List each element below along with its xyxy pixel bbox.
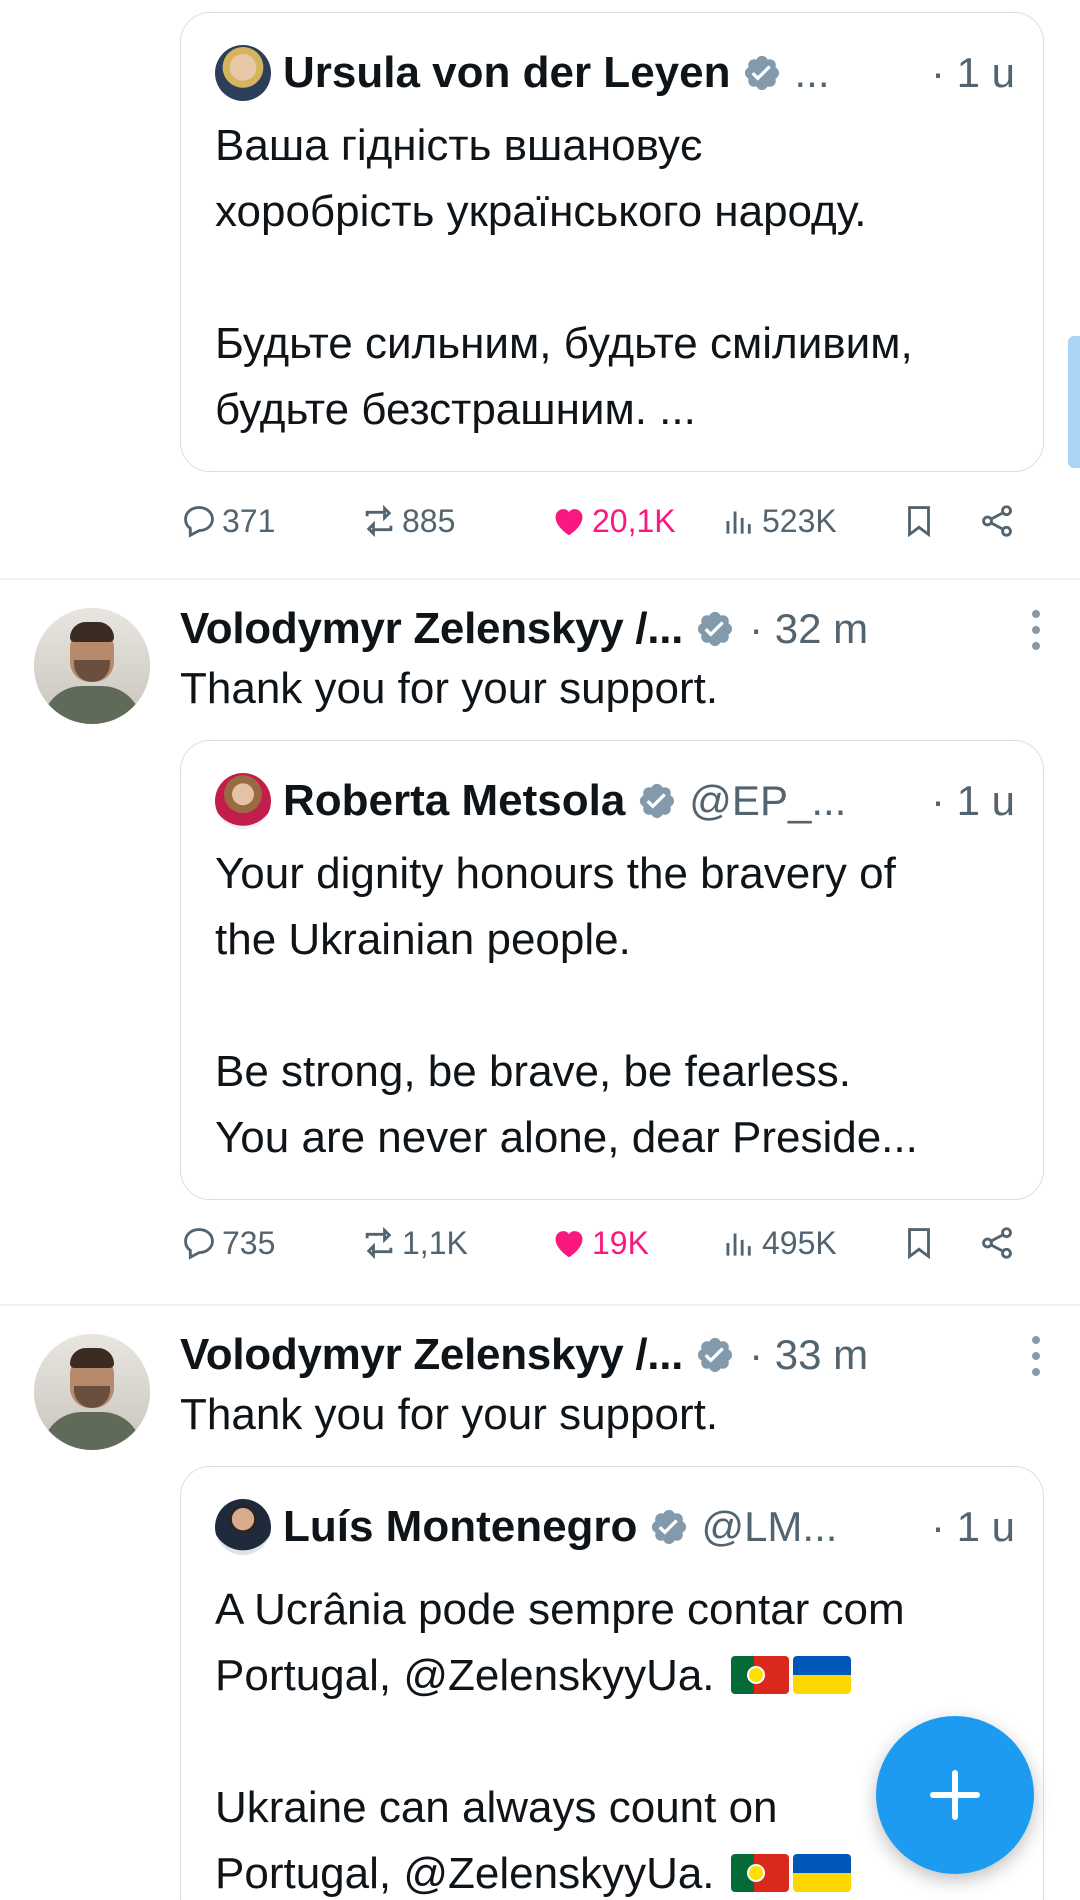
text-line-with-flags: Portugal, @ZelenskyyUa.	[215, 1841, 1015, 1900]
tweet-1[interactable]: Ursula von der Leyen ... · 1 u Ваша гідн…	[0, 0, 1080, 578]
quoted-tweet-text: Ваша гідність вшановує хоробрість україн…	[215, 121, 913, 434]
quoted-tweet-header: Roberta Metsola @EP_... · 1 u	[215, 773, 1015, 829]
quoted-tweet-time: · 1 u	[930, 49, 1015, 96]
repost-count: 885	[402, 502, 456, 539]
quoted-author-handle: @EP_...	[689, 777, 847, 824]
share-icon	[982, 505, 1012, 537]
quoted-tweet-text: Your dignity honours the bravery of the …	[215, 849, 918, 1162]
views-count: 523K	[762, 502, 837, 539]
verified-badge-icon	[640, 783, 675, 819]
tweet-header: Volodymyr Zelenskyy /... · 32 m	[180, 594, 868, 664]
mention-text[interactable]: Portugal, @ZelenskyyUa.	[215, 1849, 715, 1898]
avatar[interactable]	[215, 1499, 271, 1555]
quoted-author-handle: @LM...	[701, 1503, 838, 1550]
verified-badge-icon	[652, 1509, 687, 1545]
quoted-author-handle: ...	[794, 49, 830, 96]
repost-button[interactable]: 885	[360, 502, 455, 540]
tweet-text: Thank you for your support.	[180, 1390, 719, 1439]
author-name[interactable]: Volodymyr Zelenskyy /...	[180, 1330, 683, 1380]
quoted-author-name[interactable]: Luís Montenegro	[283, 1502, 637, 1552]
quoted-author-name[interactable]: Roberta Metsola	[283, 776, 625, 826]
like-button[interactable]: 20,1K	[550, 502, 676, 540]
repost-icon	[365, 504, 393, 538]
tweet-actions: 371 885 20,1K 523K	[180, 502, 1026, 552]
ukraine-flag-icon	[792, 1854, 851, 1892]
avatar[interactable]	[34, 608, 150, 724]
bookmark-icon	[908, 1228, 930, 1260]
like-count: 20,1K	[592, 502, 676, 539]
avatar[interactable]	[34, 1334, 150, 1450]
quoted-author-name[interactable]: Ursula von der Leyen	[283, 48, 730, 98]
quoted-tweet-text: A Ucrânia pode sempre contar com Portuga…	[215, 1577, 1015, 1900]
plus-icon	[952, 1770, 958, 1820]
verified-badge-icon	[745, 55, 780, 91]
quoted-tweet-time: · 1 u	[930, 1503, 1015, 1550]
share-button[interactable]	[978, 1224, 1020, 1262]
tweet-text: Thank you for your support.	[180, 664, 719, 713]
repost-button[interactable]: 1,1K	[360, 1224, 468, 1262]
bookmark-button[interactable]	[900, 1224, 942, 1262]
share-button[interactable]	[978, 502, 1020, 540]
views-icon	[726, 511, 751, 534]
reply-button[interactable]: 735	[180, 1224, 275, 1262]
tweet-time: · 33 m	[749, 1331, 869, 1378]
like-count: 19K	[592, 1224, 649, 1261]
portugal-flag-icon	[730, 1854, 789, 1892]
reply-count: 371	[222, 502, 276, 539]
reply-icon	[184, 506, 214, 538]
views-icon	[726, 1233, 751, 1256]
repost-count: 1,1K	[402, 1224, 468, 1261]
bookmark-button[interactable]	[900, 502, 942, 540]
ukraine-flag-icon	[792, 1656, 851, 1694]
tweet-2[interactable]: Volodymyr Zelenskyy /... · 32 m Thank yo…	[0, 580, 1080, 1304]
text-line-with-flags: Portugal, @ZelenskyyUa.	[215, 1643, 1015, 1709]
tweet-actions: 735 1,1K 19K 495K	[180, 1224, 1026, 1274]
mention-text[interactable]: Portugal, @ZelenskyyUa.	[215, 1651, 715, 1700]
scrollbar[interactable]	[1068, 336, 1080, 468]
heart-icon	[555, 1231, 583, 1258]
reply-button[interactable]: 371	[180, 502, 275, 540]
author-name[interactable]: Volodymyr Zelenskyy /...	[180, 604, 683, 654]
quoted-tweet-header: Ursula von der Leyen ... · 1 u	[215, 45, 1015, 101]
compose-button[interactable]	[876, 1716, 1034, 1874]
text-line: A Ucrânia pode sempre contar com	[215, 1585, 905, 1634]
repost-icon	[365, 1226, 393, 1260]
quoted-tweet-time: · 1 u	[930, 777, 1015, 824]
portugal-flag-icon	[730, 1656, 789, 1694]
reply-icon	[184, 1228, 214, 1260]
verified-badge-icon	[697, 1337, 733, 1373]
more-vertical-icon[interactable]	[1030, 1336, 1042, 1376]
views-button[interactable]: 495K	[720, 1224, 837, 1262]
tweet-header: Volodymyr Zelenskyy /... · 33 m	[180, 1320, 868, 1390]
quoted-tweet-header: Luís Montenegro @LM... · 1 u	[215, 1499, 1015, 1555]
verified-badge-icon	[697, 611, 733, 647]
views-count: 495K	[762, 1224, 837, 1261]
views-button[interactable]: 523K	[720, 502, 837, 540]
avatar[interactable]	[215, 773, 271, 829]
heart-icon	[555, 509, 583, 536]
like-button[interactable]: 19K	[550, 1224, 649, 1262]
share-icon	[982, 1227, 1012, 1259]
quoted-tweet[interactable]: Ursula von der Leyen ... · 1 u Ваша гідн…	[180, 12, 1044, 472]
tweet-time: · 32 m	[749, 605, 869, 652]
quoted-tweet[interactable]: Roberta Metsola @EP_... · 1 u Your digni…	[180, 740, 1044, 1200]
avatar[interactable]	[215, 45, 271, 101]
more-vertical-icon[interactable]	[1030, 610, 1042, 650]
bookmark-icon	[908, 506, 930, 538]
reply-count: 735	[222, 1224, 276, 1261]
